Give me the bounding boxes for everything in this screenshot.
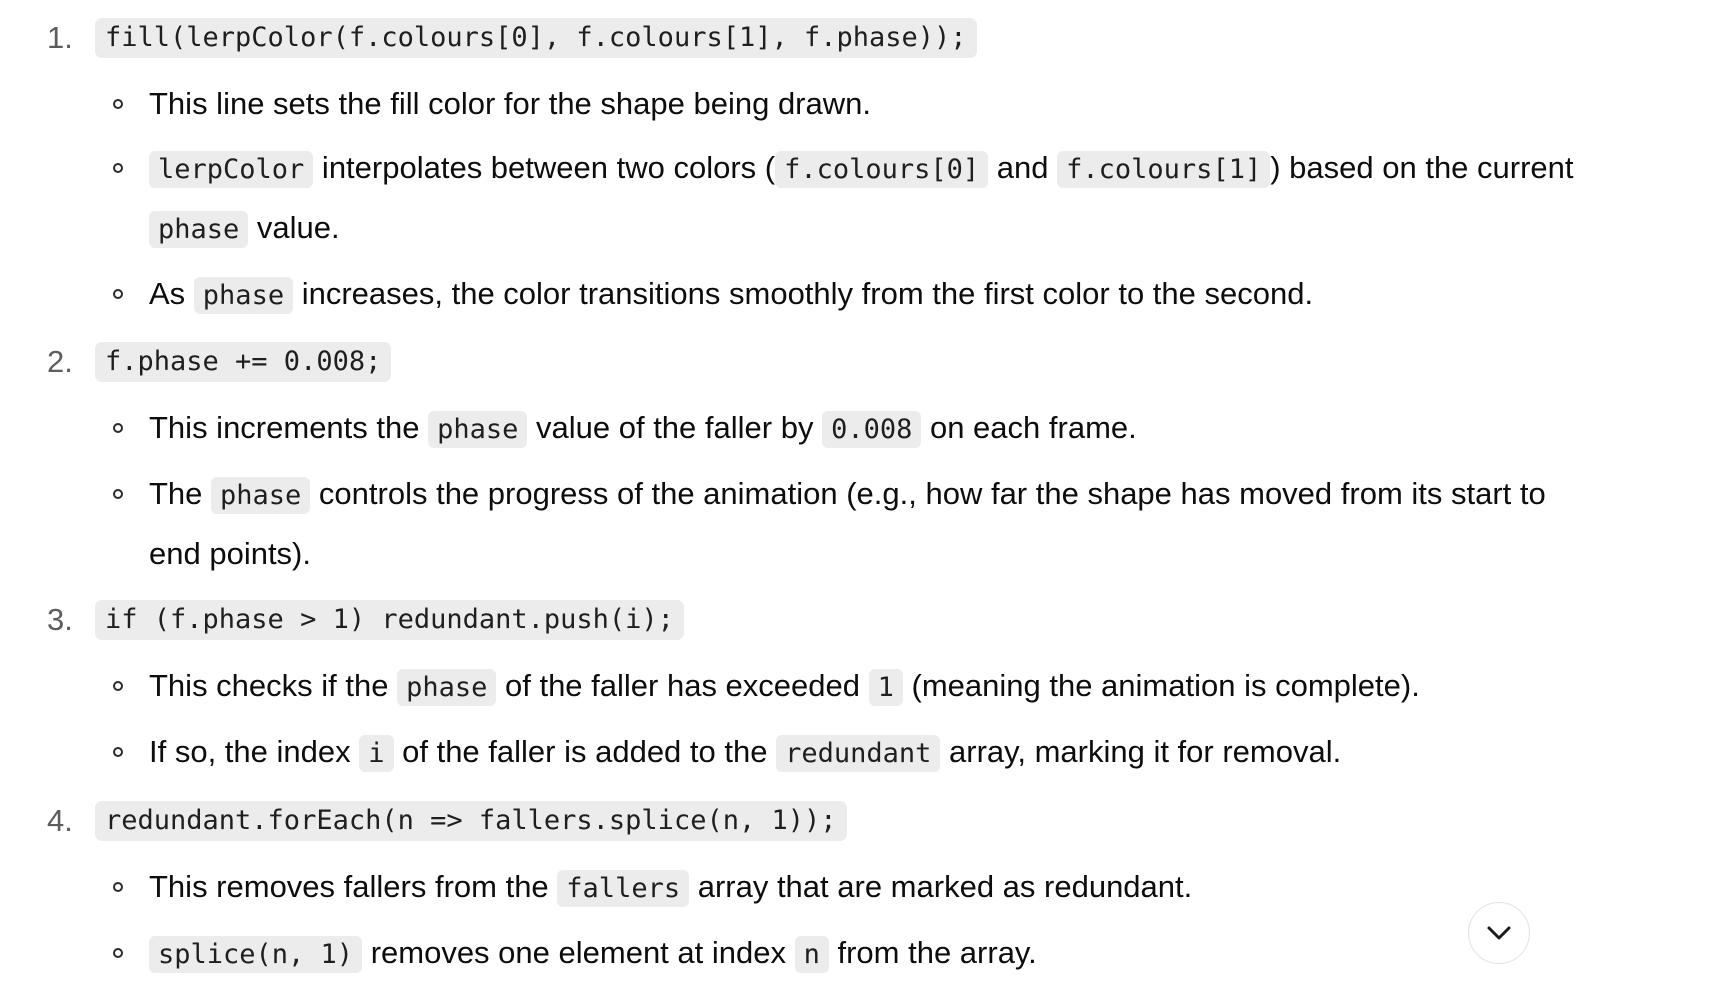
bullet-text: lerpColor interpolates between two color… (149, 150, 1574, 248)
inline-code: 0.008 (822, 411, 922, 448)
scroll-to-bottom-button[interactable] (1468, 902, 1530, 964)
step-code: if (f.phase > 1) redundant.push(i); (95, 600, 684, 640)
bullet-item: This increments the phase value of the f… (113, 399, 1589, 459)
step-code: redundant.forEach(n => fallers.splice(n,… (95, 801, 847, 841)
bullet-dot (113, 882, 123, 892)
inline-code: phase (428, 411, 528, 448)
inline-code: phase (149, 211, 249, 248)
bullet-item: This checks if the phase of the faller h… (113, 657, 1589, 717)
bullet-text: splice(n, 1) removes one element at inde… (149, 935, 1037, 973)
inline-code: i (359, 735, 394, 772)
inline-code: phase (211, 477, 311, 514)
inline-code: f.colours[0] (775, 151, 989, 188)
bullet-item: splice(n, 1) removes one element at inde… (113, 924, 1589, 984)
bullet-dot (113, 289, 123, 299)
chevron-down-icon (1487, 926, 1511, 940)
bullet-text: If so, the index i of the faller is adde… (149, 734, 1341, 772)
bullet-text: This line sets the fill color for the sh… (149, 86, 871, 121)
bullet-dot (113, 489, 123, 499)
bullet-text: This checks if the phase of the faller h… (149, 668, 1420, 706)
step-number: 4. (47, 803, 73, 838)
bullet-item: This removes fallers from the fallers ar… (113, 858, 1589, 918)
bullet-item: This line sets the fill color for the sh… (113, 75, 1589, 133)
inline-code: splice(n, 1) (149, 936, 363, 973)
step-number: 3. (47, 602, 73, 637)
bullet-text: This increments the phase value of the f… (149, 410, 1137, 448)
inline-code: n (794, 936, 829, 973)
inline-code: lerpColor (149, 151, 314, 188)
bullet-text: The phase controls the progress of the a… (149, 476, 1546, 571)
inline-code: phase (193, 277, 294, 314)
step-number: 1. (47, 20, 73, 55)
bullet-dot (113, 99, 123, 109)
bullet-item: If so, the index i of the faller is adde… (113, 723, 1589, 783)
step-code: f.phase += 0.008; (95, 342, 392, 382)
bullet-text: This removes fallers from the fallers ar… (149, 869, 1192, 907)
inline-code: 1 (868, 669, 903, 706)
bullet-dot (113, 423, 123, 433)
step-code: fill(lerpColor(f.colours[0], f.colours[1… (95, 18, 977, 58)
step-number: 2. (47, 344, 73, 379)
bullet-dot (113, 681, 123, 691)
bullet-dot (113, 163, 123, 173)
inline-code: phase (397, 669, 497, 706)
inline-code: f.colours[1] (1057, 151, 1271, 188)
bullet-dot (113, 747, 123, 757)
bullet-item: lerpColor interpolates between two color… (113, 139, 1589, 259)
bullet-item: The phase controls the progress of the a… (113, 465, 1589, 583)
bullet-text: As phase increases, the color transition… (149, 276, 1313, 314)
inline-code: fallers (557, 870, 690, 907)
bullet-dot (113, 948, 123, 958)
bullet-item: As phase increases, the color transition… (113, 265, 1589, 325)
inline-code: redundant (776, 735, 941, 772)
